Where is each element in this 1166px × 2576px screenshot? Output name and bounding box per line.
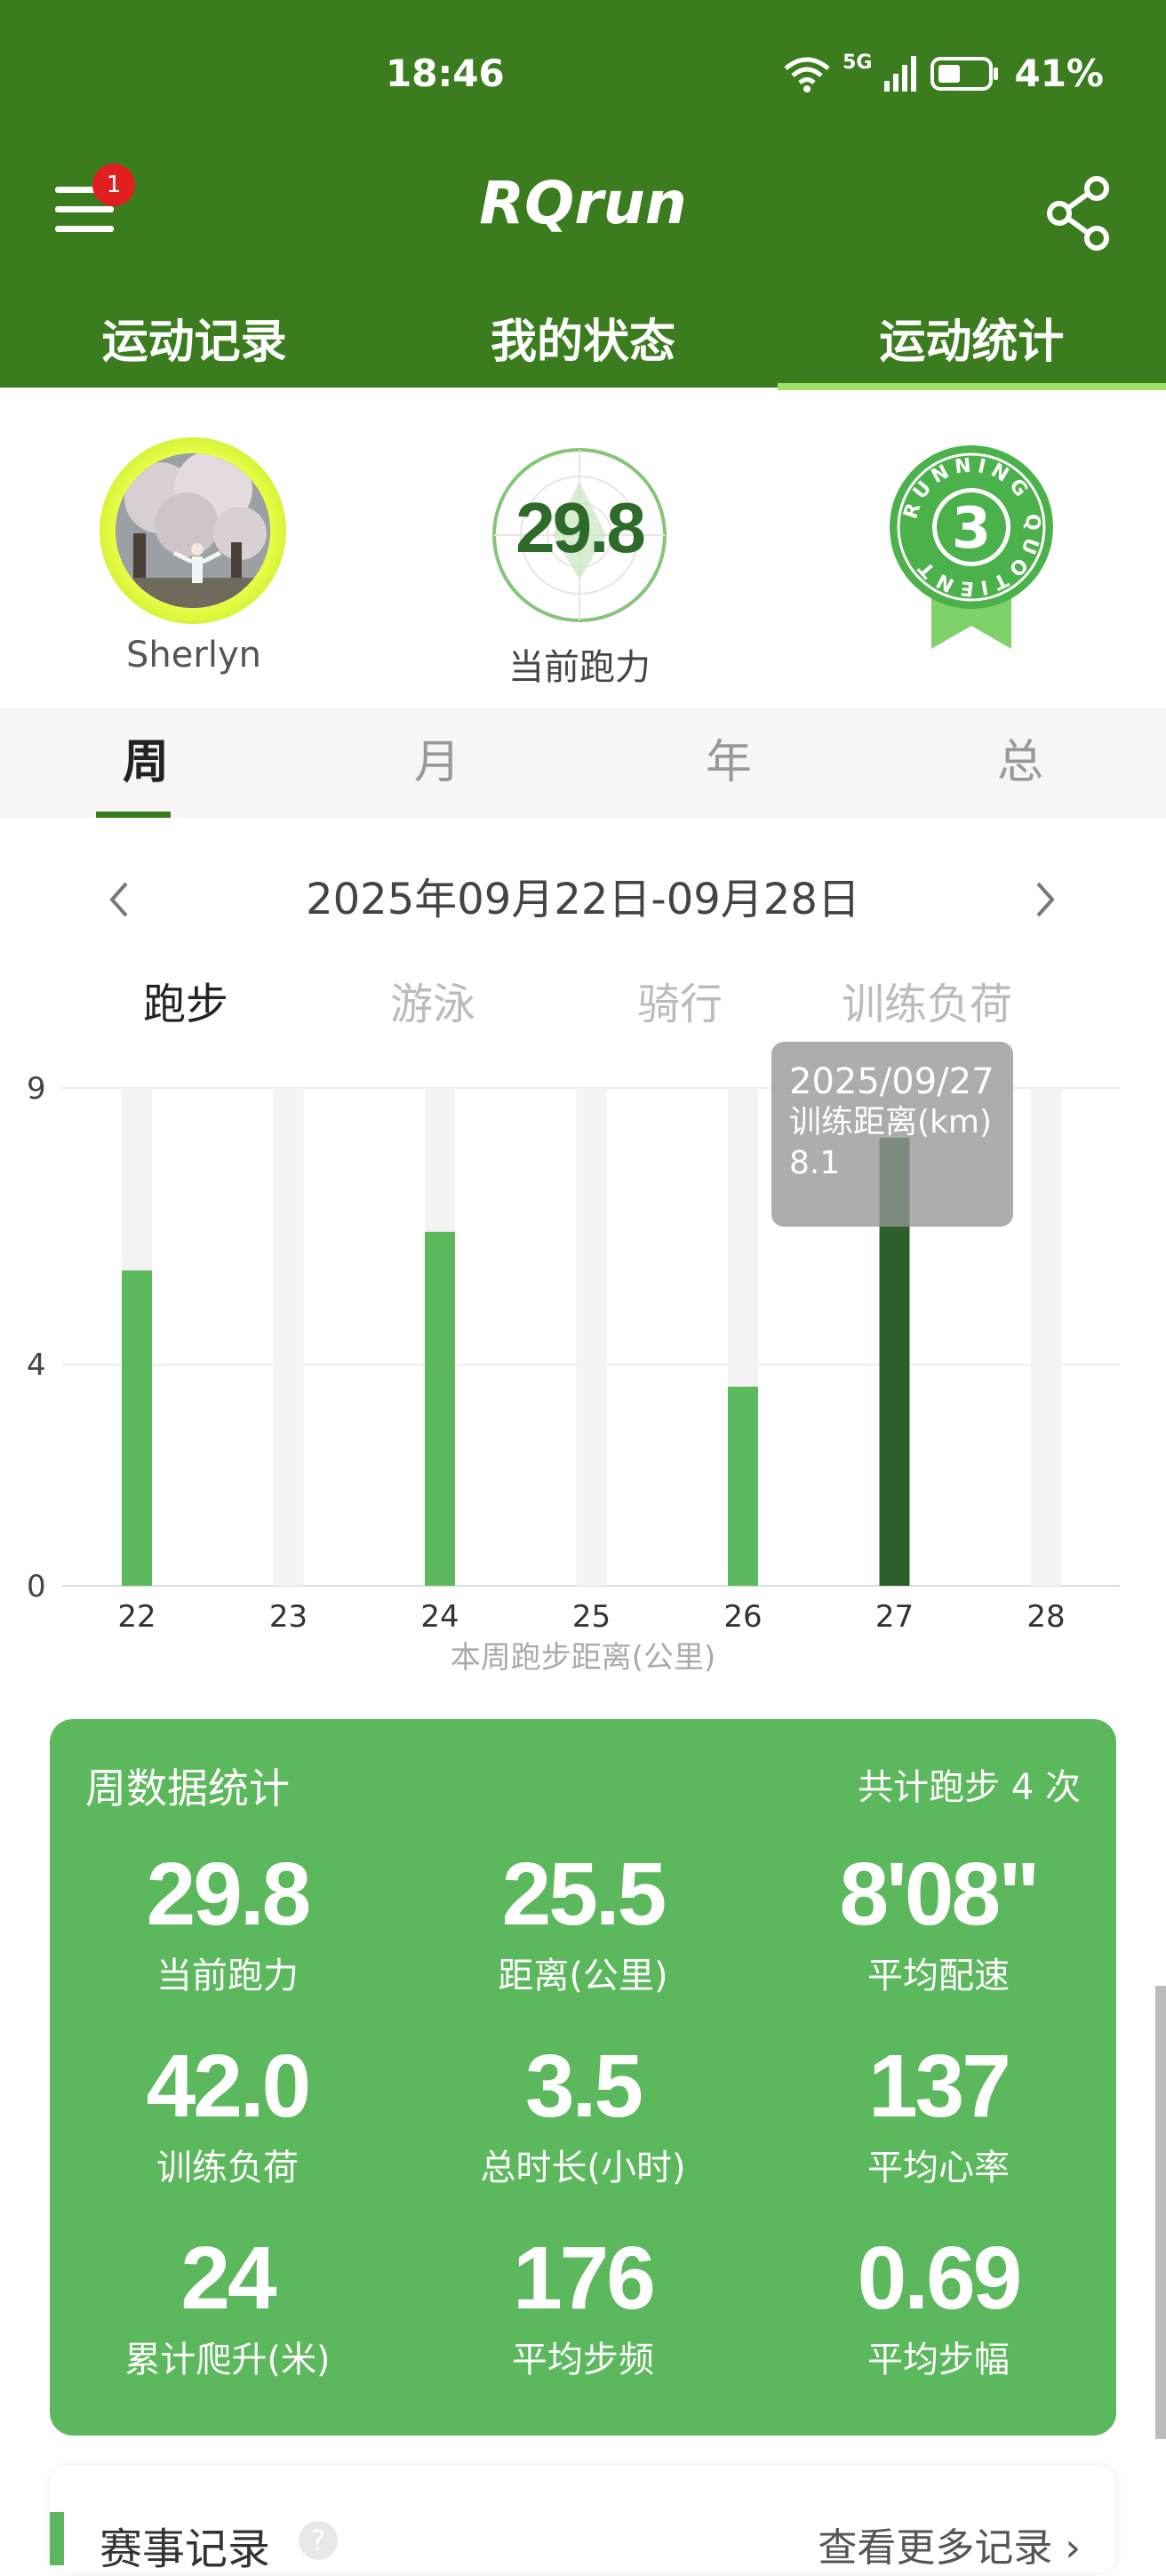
x-tick-label: 25: [572, 1599, 611, 1635]
sport-tab-swimming[interactable]: 游泳: [309, 969, 556, 1029]
race-records-card[interactable]: 赛事记录 ? 查看更多记录 ›: [50, 2466, 1116, 2574]
sport-tab-training-load[interactable]: 训练负荷: [803, 969, 1050, 1029]
weekly-stats-card: 周数据统计 共计跑步 4 次 29.8 当前跑力 25.5 距离(公里) 8'0…: [50, 1719, 1116, 2436]
sport-tabs: 跑步 游泳 骑行 训练负荷: [0, 969, 1166, 1029]
tab-total[interactable]: 总: [874, 708, 1166, 818]
stat-value: 137: [868, 2036, 1011, 2136]
stat-label: 总时长(小时): [480, 2148, 686, 2188]
x-axis-label: 本周跑步距离(公里): [451, 1640, 716, 1676]
bar: [425, 1231, 455, 1586]
stat-value: 42.0: [146, 2036, 312, 2136]
stats-title: 周数据统计: [85, 1764, 290, 1812]
y-tick-label: 9: [27, 1071, 46, 1107]
stat-value: 3.5: [524, 2036, 643, 2136]
records-title: 赛事记录: [100, 2524, 271, 2574]
stat-avg-cadence: 176 平均步频: [405, 2229, 761, 2382]
x-tick-label: 22: [117, 1599, 156, 1635]
network-type: 5G: [843, 52, 873, 74]
period-tabs: 周 月 年 总: [0, 708, 1166, 818]
stat-label: 平均配速: [867, 1956, 1010, 1996]
chart-tooltip: 2025/09/27 训练距离(km) 8.1: [771, 1042, 1013, 1227]
bar-track: [1031, 1088, 1061, 1586]
signal-icon: [884, 55, 917, 92]
bar: [122, 1270, 152, 1586]
bar: [728, 1387, 758, 1586]
app-title: RQrun: [479, 169, 687, 237]
stat-value: 176: [513, 2228, 656, 2328]
battery-percent: 41%: [1014, 52, 1104, 95]
tab-exercise-records[interactable]: 运动记录: [0, 307, 388, 388]
stat-total-duration: 3.5 总时长(小时): [405, 2037, 761, 2190]
x-tick-label: 27: [875, 1599, 914, 1635]
battery-icon: [930, 56, 999, 91]
records-accent-bar: [50, 2512, 64, 2565]
stat-label: 累计爬升(米): [124, 2340, 331, 2380]
wifi-icon: [784, 57, 830, 92]
main-tabs: 运动记录 我的状态 运动统计: [0, 307, 1166, 390]
stat-avg-stride: 0.69 平均步幅: [761, 2229, 1116, 2382]
stat-value: 0.69: [857, 2228, 1023, 2328]
y-tick-label: 0: [27, 1569, 46, 1604]
stat-value: 25.5: [501, 1844, 667, 1944]
status-bar-right: 5G 41%: [782, 52, 1104, 95]
stat-value: 24: [180, 2228, 276, 2328]
running-power-value: 29.8: [515, 488, 646, 567]
rq-level: 3: [952, 496, 992, 562]
stat-value: 8'08": [839, 1844, 1040, 1944]
stat-label: 训练负荷: [156, 2148, 299, 2188]
tab-my-status[interactable]: 我的状态: [388, 307, 777, 388]
stat-label: 平均步幅: [867, 2340, 1010, 2380]
x-tick-label: 26: [723, 1599, 762, 1635]
y-tick-label: 4: [27, 1348, 46, 1383]
stat-avg-pace: 8'08" 平均配速: [761, 1845, 1116, 1998]
help-icon[interactable]: ?: [299, 2521, 338, 2560]
status-time: 18:46: [386, 52, 505, 95]
bar-track: [273, 1088, 304, 1586]
stats-run-count: 共计跑步 4 次: [858, 1767, 1081, 1808]
stat-label: 距离(公里): [498, 1956, 668, 1996]
scrollbar[interactable]: [1155, 1986, 1166, 2439]
stat-elevation-gain: 24 累计爬升(米): [50, 2229, 405, 2382]
stat-label: 平均心率: [867, 2148, 1010, 2188]
stat-distance: 25.5 距离(公里): [405, 1845, 761, 1998]
sport-tab-running[interactable]: 跑步: [62, 969, 309, 1029]
sport-tab-cycling[interactable]: 骑行: [556, 969, 803, 1029]
stat-label: 平均步频: [512, 2340, 654, 2380]
x-tick-label: 24: [420, 1599, 459, 1635]
chevron-right-icon[interactable]: [1033, 880, 1058, 919]
week-navigator: 2025年09月22日-09月28日: [0, 864, 1166, 935]
rq-badge[interactable]: RUNNING QUOTIENT 3: [887, 443, 1056, 652]
bar-track: [576, 1088, 607, 1586]
stat-label: 当前跑力: [156, 1956, 299, 1996]
tab-week[interactable]: 周: [0, 708, 292, 818]
x-tick-label: 23: [269, 1599, 307, 1635]
running-quotient-badge-icon: RUNNING QUOTIENT 3: [890, 445, 1053, 649]
tab-exercise-stats[interactable]: 运动统计: [777, 307, 1166, 390]
stat-training-load: 42.0 训练负荷: [50, 2037, 405, 2190]
x-tick-label: 28: [1026, 1599, 1065, 1635]
stat-avg-heart-rate: 137 平均心率: [761, 2037, 1116, 2190]
running-power-label: 当前跑力: [508, 647, 651, 688]
week-range: 2025年09月22日-09月28日: [306, 875, 860, 924]
tooltip-label: 训练距离(km): [789, 1104, 993, 1140]
username: Sherlyn: [126, 635, 261, 676]
share-icon[interactable]: [1045, 176, 1113, 251]
stat-running-power: 29.8 当前跑力: [50, 1845, 405, 1998]
tab-month[interactable]: 月: [292, 708, 583, 818]
avatar[interactable]: [116, 453, 270, 608]
tooltip-date: 2025/09/27: [789, 1061, 994, 1102]
tooltip-value: 8.1: [789, 1145, 841, 1181]
stat-value: 29.8: [146, 1844, 312, 1944]
app-header: 18:46 5G 41% 1 RQrun 运动记录 我的状态 运动统计: [0, 0, 1166, 390]
tab-year[interactable]: 年: [583, 708, 874, 818]
view-more-records-link[interactable]: 查看更多记录 ›: [818, 2516, 1081, 2572]
